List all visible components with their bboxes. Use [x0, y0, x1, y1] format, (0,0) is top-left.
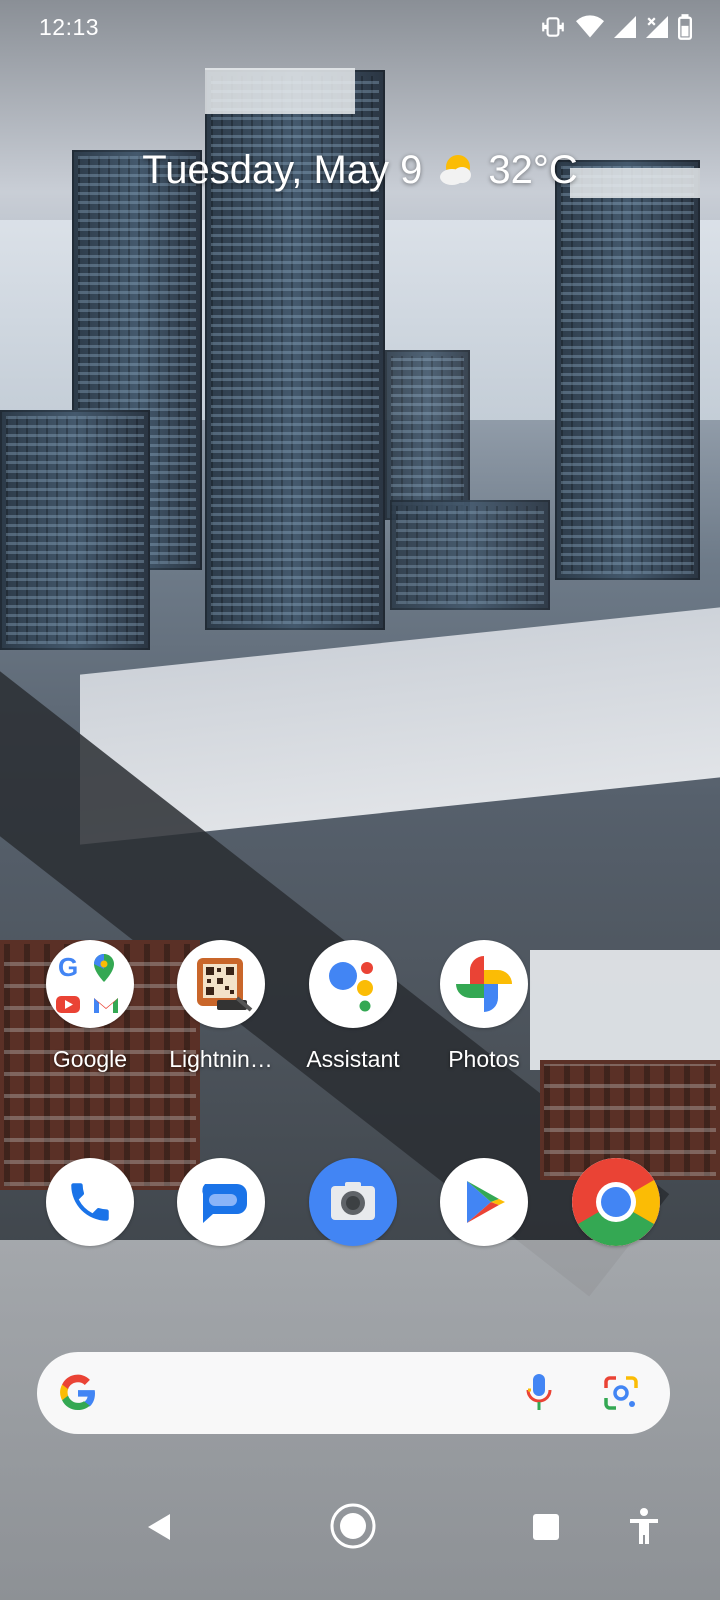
phone-icon[interactable] [46, 1158, 134, 1246]
assistant-icon[interactable] [309, 940, 397, 1028]
app-label: Photos [448, 1046, 520, 1072]
google-g-icon[interactable] [57, 1372, 99, 1419]
navigation-bar [0, 1488, 720, 1578]
google-search-bar[interactable] [37, 1352, 670, 1434]
battery-icon [678, 14, 692, 40]
status-time: 12:13 [39, 14, 100, 40]
lightning-qr-icon[interactable] [177, 940, 265, 1028]
home-icon[interactable] [329, 1502, 377, 1555]
glance-date[interactable]: Tuesday, May 9 [142, 148, 422, 193]
camera-icon[interactable] [309, 1158, 397, 1246]
microphone-icon[interactable] [526, 1372, 552, 1419]
app-camera[interactable] [291, 1158, 415, 1246]
back-icon[interactable] [146, 1512, 172, 1547]
app-google-folder[interactable]: G Google [28, 940, 152, 1073]
chrome-icon[interactable] [572, 1158, 660, 1246]
accessibility-icon[interactable] [628, 1508, 660, 1549]
app-label: Google [52, 1046, 128, 1072]
glance-temperature[interactable]: 32°C [488, 148, 577, 193]
play-store-icon[interactable] [440, 1158, 528, 1246]
signal-no-data-icon [646, 16, 668, 38]
google-lens-icon[interactable] [602, 1374, 640, 1417]
app-lightning-qr[interactable]: Lightnin… [159, 940, 283, 1073]
photos-icon[interactable] [440, 940, 528, 1028]
messages-icon[interactable] [177, 1158, 265, 1246]
at-a-glance-widget[interactable]: Tuesday, May 9 32°C [0, 148, 720, 193]
app-assistant[interactable]: Assistant [291, 940, 415, 1073]
svg-text:G: G [58, 952, 78, 982]
wifi-icon [576, 15, 604, 39]
app-label: Lightnin… [169, 1046, 273, 1072]
status-bar: 12:13 [0, 0, 720, 56]
partly-cloudy-icon [438, 151, 478, 191]
app-play-store[interactable] [422, 1158, 546, 1246]
status-icons [540, 14, 692, 40]
vibrate-icon [540, 14, 566, 40]
app-chrome[interactable] [554, 1158, 678, 1246]
app-label: Assistant [306, 1046, 400, 1072]
recents-icon[interactable] [533, 1514, 559, 1545]
app-phone[interactable] [28, 1158, 152, 1246]
google-folder-icon[interactable]: G [46, 940, 134, 1028]
app-messages[interactable] [159, 1158, 283, 1246]
signal-icon [614, 16, 636, 38]
app-photos[interactable]: Photos [422, 940, 546, 1073]
